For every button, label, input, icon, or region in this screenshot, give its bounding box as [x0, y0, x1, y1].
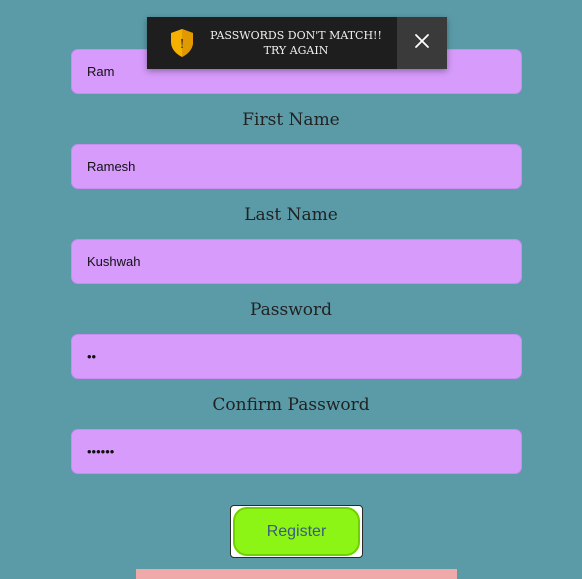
toast-message: PASSWORDS DON'T MATCH!! TRY AGAIN	[195, 28, 397, 58]
last-name-value: Kushwah	[87, 254, 141, 269]
first-name-value: Ramesh	[87, 159, 136, 174]
password-field[interactable]: ••	[71, 334, 522, 379]
toast-close-button[interactable]	[397, 17, 447, 69]
confirm-password-value: ••••••	[87, 444, 115, 459]
last-name-field[interactable]: Kushwah	[71, 239, 522, 284]
password-label: Password	[249, 300, 333, 320]
close-icon	[414, 33, 430, 54]
bottom-banner	[136, 569, 457, 579]
register-button-focus-ring: Register	[230, 505, 363, 558]
error-toast: ! PASSWORDS DON'T MATCH!! TRY AGAIN	[147, 17, 447, 69]
shield-badge: !	[180, 37, 185, 51]
confirm-password-label: Confirm Password	[212, 395, 370, 415]
confirm-password-field[interactable]: ••••••	[71, 429, 522, 474]
register-button-label: Register	[266, 522, 327, 540]
first-name-label: First Name	[242, 110, 340, 130]
first-name-field[interactable]: Ramesh	[71, 144, 522, 189]
username-value: Ram	[87, 64, 115, 79]
register-button[interactable]: Register	[233, 507, 360, 556]
shield-warning-icon: !	[169, 28, 195, 58]
toast-line-2: TRY AGAIN	[263, 44, 329, 57]
password-value: ••	[87, 349, 97, 364]
toast-body: ! PASSWORDS DON'T MATCH!! TRY AGAIN	[147, 17, 397, 69]
toast-line-1: PASSWORDS DON'T MATCH!!	[210, 29, 382, 42]
last-name-label: Last Name	[244, 205, 338, 225]
